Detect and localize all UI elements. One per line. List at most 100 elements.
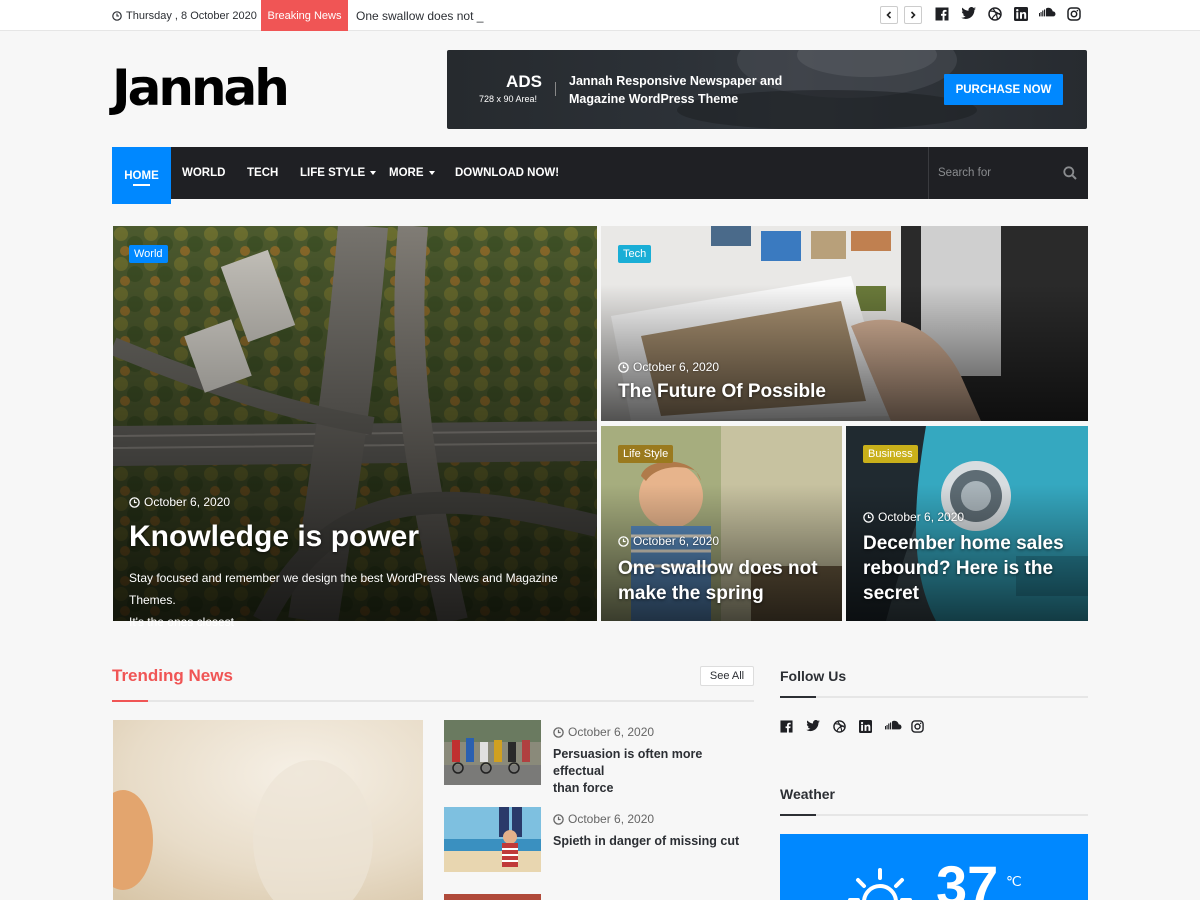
widget-divider-accent: [780, 814, 816, 816]
nav-tech[interactable]: TECH: [247, 147, 278, 199]
category-badge[interactable]: World: [129, 245, 168, 263]
post-title[interactable]: The Future Of Possible: [618, 381, 826, 403]
post-date: October 6, 2020: [618, 360, 719, 374]
facebook-icon[interactable]: [935, 7, 951, 23]
soundcloud-icon[interactable]: [885, 720, 902, 736]
ad-text-line1: Jannah Responsive Newspaper and: [569, 74, 783, 88]
sun-icon: [845, 866, 915, 900]
post-date-text: October 6, 2020: [144, 495, 231, 509]
nav-tech-label: TECH: [247, 167, 279, 179]
weather-unit: ℃: [1006, 873, 1022, 889]
category-badge[interactable]: Life Style: [618, 445, 674, 463]
post-title-line2: rebound? Here is the: [863, 558, 1054, 579]
site-logo[interactable]: Jannah: [112, 58, 290, 118]
post-title-line3: secret: [863, 583, 919, 604]
nav-home[interactable]: HOME: [112, 147, 171, 204]
nav-home-label: HOME: [124, 169, 159, 182]
nav-more[interactable]: MORE: [389, 147, 435, 199]
category-badge[interactable]: Business: [863, 445, 918, 463]
ad-title: ADS: [506, 72, 542, 91]
clock-icon: [112, 10, 122, 21]
blurred-child-image: [113, 720, 423, 900]
see-all-button[interactable]: See All: [700, 666, 754, 686]
post-date: October 6, 2020: [863, 510, 964, 524]
soundcloud-icon[interactable]: [1039, 7, 1056, 23]
post-title-line1: Spieth in danger of missing cut: [553, 834, 740, 848]
beach-child-image: [444, 807, 541, 872]
post-title[interactable]: One swallow does not make the spring: [618, 556, 818, 606]
dribbble-icon[interactable]: [988, 7, 1004, 23]
breaking-news-label: Breaking News: [261, 0, 348, 31]
section-divider: [112, 700, 754, 702]
nav-world[interactable]: WORLD: [182, 147, 225, 199]
search-placeholder: Search for: [938, 167, 992, 179]
featured-post-1[interactable]: [113, 226, 597, 621]
widget-title-follow: Follow Us: [780, 668, 847, 684]
clock-icon: [618, 535, 629, 547]
post-title[interactable]: Persuasion is often more effectual than …: [553, 746, 753, 797]
widget-divider: [780, 696, 1088, 698]
active-indicator: [133, 184, 150, 186]
nav-life-style[interactable]: LIFE STYLE: [300, 147, 377, 199]
post-date: October 6, 2020: [618, 534, 719, 548]
post-date: October 6, 2020: [129, 495, 230, 509]
post-title[interactable]: Knowledge is power: [129, 520, 419, 554]
category-badge[interactable]: Tech: [618, 245, 652, 263]
twitter-icon[interactable]: [806, 720, 822, 736]
thumbnail[interactable]: [444, 807, 541, 872]
post-excerpt-line2: It's the ones closest: [129, 615, 235, 629]
date-display: Thursday , 8 October 2020: [112, 0, 257, 31]
post-excerpt-line1: Stay focused and remember we design the …: [129, 571, 558, 607]
ticker-next-button[interactable]: [904, 6, 922, 24]
post-date: October 6, 2020: [553, 812, 654, 826]
linkedin-icon[interactable]: [859, 720, 875, 736]
thumbnail[interactable]: [444, 894, 541, 900]
section-title: Trending News: [112, 666, 233, 685]
post-title-line2: make the spring: [618, 583, 764, 604]
clock-icon: [863, 511, 874, 523]
weather-widget: [780, 834, 1088, 900]
clock-icon: [129, 496, 140, 508]
nav-download-label: DOWNLOAD NOW!: [455, 167, 560, 179]
facebook-icon[interactable]: [780, 720, 796, 736]
nav-download[interactable]: DOWNLOAD NOW!: [455, 147, 559, 199]
caret-down-icon: [370, 171, 377, 175]
section-divider-accent: [112, 700, 148, 702]
instagram-icon[interactable]: [911, 720, 927, 736]
post-date-text: October 6, 2020: [633, 534, 720, 548]
nav-more-label: MORE: [389, 167, 424, 179]
instagram-icon[interactable]: [1067, 7, 1083, 23]
search-icon[interactable]: [1063, 166, 1077, 180]
post-title[interactable]: December home sales rebound? Here is the…: [863, 531, 1064, 606]
post-title-line1: Persuasion is often more effectual: [553, 747, 703, 778]
purchase-now-button[interactable]: PURCHASE NOW: [944, 74, 1063, 105]
clock-icon: [553, 726, 564, 738]
breaking-news-ticker[interactable]: One swallow does not _: [356, 0, 483, 31]
post-title-line1: December home sales: [863, 533, 1064, 554]
post-date-text: October 6, 2020: [568, 725, 655, 739]
post-title[interactable]: Spieth in danger of missing cut: [553, 833, 753, 850]
twitter-icon[interactable]: [961, 7, 977, 23]
nav-world-label: WORLD: [182, 167, 226, 179]
ticker-prev-button[interactable]: [880, 6, 898, 24]
ad-subtitle: 728 x 90 Area!: [478, 94, 538, 104]
widget-divider-accent: [780, 696, 816, 698]
date-text: Thursday , 8 October 2020: [126, 9, 257, 22]
thumbnail[interactable]: [444, 720, 541, 785]
cyclists-image: [444, 720, 541, 785]
nav-life-style-label: LIFE STYLE: [300, 167, 366, 179]
linkedin-icon[interactable]: [1014, 7, 1030, 23]
trending-main-image[interactable]: [113, 720, 423, 900]
post-date: October 6, 2020: [553, 725, 654, 739]
chevron-left-icon: [885, 11, 893, 19]
ad-text: Jannah Responsive Newspaper and Magazine…: [569, 72, 809, 108]
post-excerpt: Stay focused and remember we design the …: [129, 567, 589, 633]
post-date-text: October 6, 2020: [568, 812, 655, 826]
chevron-right-icon: [909, 11, 917, 19]
post-date-text: October 6, 2020: [878, 510, 965, 524]
aerial-highway-image: [113, 226, 597, 621]
ad-divider: [555, 82, 556, 96]
dribbble-icon[interactable]: [833, 720, 849, 736]
post-title-line2: than force: [553, 781, 614, 795]
post-date-text: October 6, 2020: [633, 360, 720, 374]
